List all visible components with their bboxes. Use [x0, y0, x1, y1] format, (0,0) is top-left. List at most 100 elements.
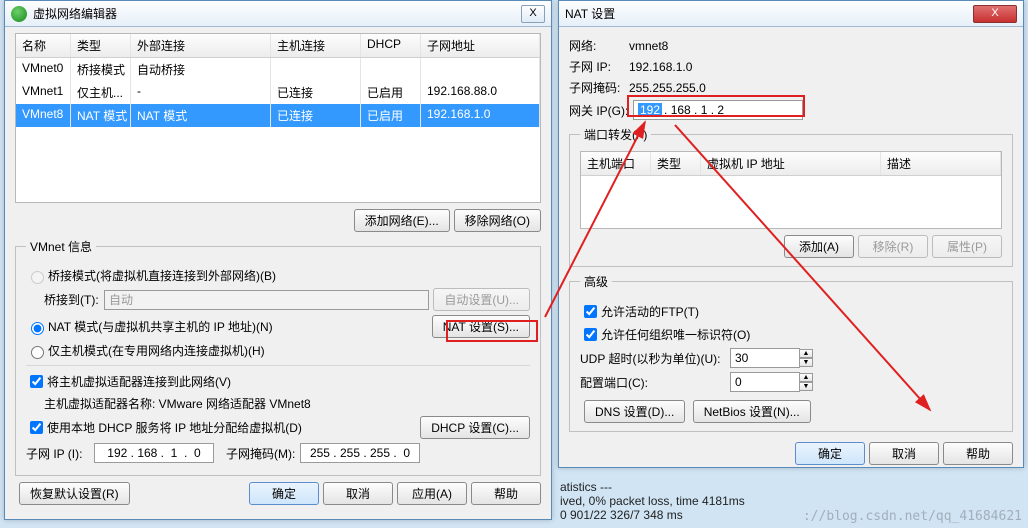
vne-titlebar[interactable]: 虚拟网络编辑器 X [5, 1, 551, 27]
config-port-input[interactable] [730, 372, 800, 392]
virtual-network-editor-window: 虚拟网络编辑器 X 名称 类型 外部连接 主机连接 DHCP 子网地址 VMne… [4, 0, 552, 520]
col-type[interactable]: 类型 [71, 34, 131, 57]
radio-label: NAT 模式(与虚拟机共享主机的 IP 地址)(N) [48, 318, 273, 335]
col-vmip[interactable]: 虚拟机 IP 地址 [701, 152, 881, 175]
nat-settings-window: NAT 设置 X 网络:vmnet8 子网 IP:192.168.1.0 子网掩… [558, 0, 1024, 468]
col-dhcp[interactable]: DHCP [361, 34, 421, 57]
cell: 已连接 [271, 104, 361, 127]
close-icon[interactable]: X [973, 5, 1017, 23]
cfgport-spinner[interactable]: ▲▼ [799, 373, 813, 391]
col-desc[interactable]: 描述 [881, 152, 1001, 175]
cfgport-label: 配置端口(C): [580, 374, 730, 391]
col-ptype[interactable]: 类型 [651, 152, 701, 175]
gw-label: 网关 IP(G): [569, 102, 633, 119]
nat-title: NAT 设置 [565, 5, 971, 22]
radio-label: 桥接模式(将虚拟机直接连接到外部网络)(B) [48, 267, 276, 284]
udp-spinner[interactable]: ▲▼ [799, 349, 813, 367]
netbios-settings-button[interactable]: NetBios 设置(N)... [693, 400, 811, 423]
col-host[interactable]: 主机连接 [271, 34, 361, 57]
nat-titlebar[interactable]: NAT 设置 X [559, 1, 1023, 27]
adapter-name-label: 主机虚拟适配器名称: VMware 网络适配器 VMnet8 [26, 395, 530, 412]
chevron-up-icon[interactable]: ▲ [799, 349, 813, 358]
nat-help-button[interactable]: 帮助 [943, 442, 1013, 465]
bridge-to-label: 桥接到(T): [44, 291, 104, 308]
cell: VMnet1 [16, 81, 71, 104]
nat-settings-button[interactable]: NAT 设置(S)... [432, 315, 530, 338]
cell [421, 58, 540, 81]
vmnet-table: 名称 类型 外部连接 主机连接 DHCP 子网地址 VMnet0 桥接模式 自动… [15, 33, 541, 203]
chk-ftp[interactable]: 允许活动的FTP(T) [580, 302, 1002, 321]
chevron-up-icon[interactable]: ▲ [799, 373, 813, 382]
msk-value: 255.255.255.0 [629, 81, 706, 95]
watermark: ://blog.csdn.net/qq_41684621 [803, 509, 1022, 524]
pf-prop-button: 属性(P) [932, 235, 1002, 258]
chk-label: 将主机虚拟适配器连接到此网络(V) [47, 373, 231, 390]
table-row[interactable]: VMnet1 仅主机... - 已连接 已启用 192.168.88.0 [16, 81, 540, 104]
table-row[interactable]: VMnet0 桥接模式 自动桥接 [16, 58, 540, 81]
port-forward-table: 主机端口 类型 虚拟机 IP 地址 描述 [580, 151, 1002, 229]
cell: 桥接模式 [71, 58, 131, 81]
col-ext[interactable]: 外部连接 [131, 34, 271, 57]
vmnet-info-legend: VMnet 信息 [26, 238, 96, 255]
bridge-to-select [104, 290, 429, 310]
radio-bridge[interactable]: 桥接模式(将虚拟机直接连接到外部网络)(B) [26, 267, 530, 284]
cell: 仅主机... [71, 81, 131, 104]
cell: NAT 模式 [71, 104, 131, 127]
cell: - [131, 81, 271, 104]
add-network-button[interactable]: 添加网络(E)... [354, 209, 450, 232]
table-row[interactable]: VMnet8 NAT 模式 NAT 模式 已连接 已启用 192.168.1.0 [16, 104, 540, 127]
nat-ok-button[interactable]: 确定 [795, 442, 865, 465]
radio-label: 仅主机模式(在专用网络内连接虚拟机)(H) [48, 342, 265, 359]
port-forward-legend: 端口转发(F) [580, 126, 651, 143]
cell: 已启用 [361, 104, 421, 127]
cell: VMnet0 [16, 58, 71, 81]
chk-org[interactable]: 允许任何组织唯一标识符(O) [580, 325, 1002, 344]
dns-settings-button[interactable]: DNS 设置(D)... [584, 400, 685, 423]
radio-nat[interactable]: NAT 模式(与虚拟机共享主机的 IP 地址)(N) NAT 设置(S)... [26, 315, 530, 338]
remove-network-button[interactable]: 移除网络(O) [454, 209, 541, 232]
subnet-mask-input[interactable] [300, 443, 420, 463]
chevron-down-icon[interactable]: ▼ [799, 382, 813, 391]
cell: 192.168.88.0 [421, 81, 540, 104]
term-line: 0 901/22 326/7 348 ms [560, 508, 745, 522]
help-button[interactable]: 帮助 [471, 482, 541, 505]
pf-add-button[interactable]: 添加(A) [784, 235, 854, 258]
vne-title: 虚拟网络编辑器 [33, 5, 519, 22]
chk-host-adapter[interactable]: 将主机虚拟适配器连接到此网络(V) [26, 372, 530, 391]
chk-label: 允许任何组织唯一标识符(O) [601, 326, 750, 343]
restore-defaults-button[interactable]: 恢复默认设置(R) [19, 482, 130, 505]
gateway-ip-input[interactable]: 192 . 168 . 1 . 2 [633, 100, 803, 120]
chk-dhcp[interactable]: 使用本地 DHCP 服务将 IP 地址分配给虚拟机(D) DHCP 设置(C).… [26, 416, 530, 439]
chk-label: 允许活动的FTP(T) [601, 303, 699, 320]
cell [271, 58, 361, 81]
radio-hostonly[interactable]: 仅主机模式(在专用网络内连接虚拟机)(H) [26, 342, 530, 359]
terminal-output: atistics --- ived, 0% packet loss, time … [560, 480, 745, 522]
advanced-legend: 高级 [580, 273, 612, 290]
term-line: atistics --- [560, 480, 745, 494]
cell: VMnet8 [16, 104, 71, 127]
subnet-ip-input[interactable] [94, 443, 214, 463]
dhcp-settings-button[interactable]: DHCP 设置(C)... [420, 416, 530, 439]
cell [361, 58, 421, 81]
udp-timeout-input[interactable] [730, 348, 800, 368]
apply-button[interactable]: 应用(A) [397, 482, 467, 505]
chevron-down-icon[interactable]: ▼ [799, 358, 813, 367]
nat-cancel-button[interactable]: 取消 [869, 442, 939, 465]
col-name[interactable]: 名称 [16, 34, 71, 57]
ok-button[interactable]: 确定 [249, 482, 319, 505]
vmnet-info-group: VMnet 信息 桥接模式(将虚拟机直接连接到外部网络)(B) 桥接到(T): … [15, 238, 541, 476]
port-forward-group: 端口转发(F) 主机端口 类型 虚拟机 IP 地址 描述 添加(A) 移除(R)… [569, 126, 1013, 267]
col-hport[interactable]: 主机端口 [581, 152, 651, 175]
msk-label: 子网掩码: [569, 79, 629, 96]
close-icon[interactable]: X [521, 5, 545, 23]
chk-label: 使用本地 DHCP 服务将 IP 地址分配给虚拟机(D) [47, 419, 302, 436]
subnet-mask-label: 子网掩码(M): [226, 445, 300, 462]
cancel-button[interactable]: 取消 [323, 482, 393, 505]
sub-value: 192.168.1.0 [629, 60, 692, 74]
auto-settings-button: 自动设置(U)... [433, 288, 530, 311]
advanced-group: 高级 允许活动的FTP(T) 允许任何组织唯一标识符(O) UDP 超时(以秒为… [569, 273, 1013, 432]
term-line: ived, 0% packet loss, time 4181ms [560, 494, 745, 508]
cell: 自动桥接 [131, 58, 271, 81]
col-subnet[interactable]: 子网地址 [421, 34, 540, 57]
subnet-ip-label: 子网 IP (I): [26, 445, 94, 462]
